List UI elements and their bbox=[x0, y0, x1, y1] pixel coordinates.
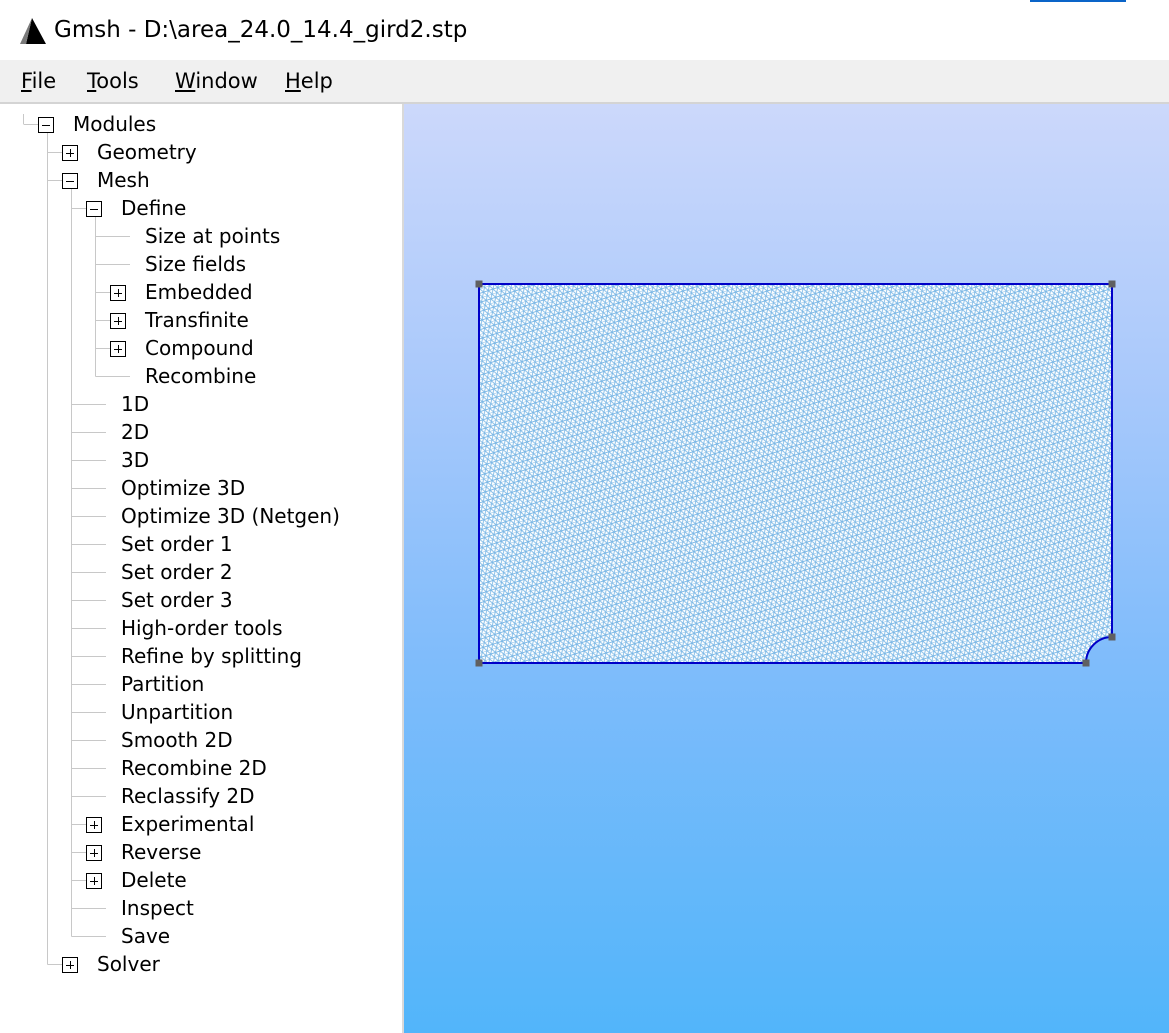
tree-item-refine-by-splitting[interactable]: Refine by splitting bbox=[121, 642, 302, 670]
mesh-drawing bbox=[475, 280, 1116, 667]
menu-bar: File Tools Window Help bbox=[0, 60, 1169, 104]
collapse-define-toggle[interactable] bbox=[86, 201, 102, 217]
menu-help[interactable]: Help bbox=[285, 68, 333, 94]
geometry-point[interactable] bbox=[1108, 633, 1116, 641]
tree-item-unpartition[interactable]: Unpartition bbox=[121, 698, 233, 726]
expand-compound-toggle[interactable] bbox=[110, 341, 126, 357]
menu-file[interactable]: File bbox=[21, 68, 56, 94]
tree-item-mesh[interactable]: Mesh bbox=[97, 166, 150, 194]
tree-item-reverse[interactable]: Reverse bbox=[121, 838, 201, 866]
tree-item-3d[interactable]: 3D bbox=[121, 446, 149, 474]
tree-item-smooth-2d[interactable]: Smooth 2D bbox=[121, 726, 233, 754]
expand-solver-toggle[interactable] bbox=[62, 957, 78, 973]
gmsh-logo-icon bbox=[20, 18, 46, 44]
graphics-viewport[interactable] bbox=[404, 104, 1169, 1033]
tree-item-set-order-1[interactable]: Set order 1 bbox=[121, 530, 233, 558]
tree-item-set-order-2[interactable]: Set order 2 bbox=[121, 558, 233, 586]
geometry-point[interactable] bbox=[1108, 280, 1116, 288]
expand-delete-toggle[interactable] bbox=[86, 873, 102, 889]
tree-item-geometry[interactable]: Geometry bbox=[97, 138, 197, 166]
tree-item-compound[interactable]: Compound bbox=[145, 334, 254, 362]
tree-item-inspect[interactable]: Inspect bbox=[121, 894, 194, 922]
tree-item-size-fields[interactable]: Size fields bbox=[145, 250, 246, 278]
tree-item-transfinite[interactable]: Transfinite bbox=[145, 306, 249, 334]
tree-item-define[interactable]: Define bbox=[121, 194, 186, 222]
tree-item-optimize-3d-netgen[interactable]: Optimize 3D (Netgen) bbox=[121, 502, 340, 530]
module-tree-panel[interactable]: Modules Geometry Mesh Define Size at poi… bbox=[0, 104, 404, 1033]
tree-item-set-order-3[interactable]: Set order 3 bbox=[121, 586, 233, 614]
tree-item-recombine[interactable]: Recombine bbox=[145, 362, 256, 390]
tree-item-reclassify-2d[interactable]: Reclassify 2D bbox=[121, 782, 255, 810]
window-title: Gmsh - D:\area_24.0_14.4_gird2.stp bbox=[54, 17, 468, 43]
tree-item-1d[interactable]: 1D bbox=[121, 390, 149, 418]
meshed-surface bbox=[479, 284, 1112, 663]
window-focus-accent bbox=[1030, 0, 1126, 2]
expand-embedded-toggle[interactable] bbox=[110, 285, 126, 301]
tree-item-high-order-tools[interactable]: High-order tools bbox=[121, 614, 283, 642]
tree-item-experimental[interactable]: Experimental bbox=[121, 810, 254, 838]
tree-item-recombine-2d[interactable]: Recombine 2D bbox=[121, 754, 267, 782]
expand-reverse-toggle[interactable] bbox=[86, 845, 102, 861]
tree-item-2d[interactable]: 2D bbox=[121, 418, 149, 446]
menu-tools[interactable]: Tools bbox=[87, 68, 139, 94]
tree-item-delete[interactable]: Delete bbox=[121, 866, 187, 894]
menu-window[interactable]: Window bbox=[175, 68, 258, 94]
tree-item-size-at-points[interactable]: Size at points bbox=[145, 222, 280, 250]
expand-geometry-toggle[interactable] bbox=[62, 145, 78, 161]
tree-item-modules[interactable]: Modules bbox=[73, 110, 156, 138]
collapse-modules-toggle[interactable] bbox=[38, 117, 54, 133]
geometry-point[interactable] bbox=[475, 280, 483, 288]
title-bar: Gmsh - D:\area_24.0_14.4_gird2.stp bbox=[0, 0, 1169, 60]
collapse-mesh-toggle[interactable] bbox=[62, 173, 78, 189]
expand-experimental-toggle[interactable] bbox=[86, 817, 102, 833]
tree-item-solver[interactable]: Solver bbox=[97, 950, 160, 978]
geometry-point[interactable] bbox=[1082, 659, 1090, 667]
tree-item-save[interactable]: Save bbox=[121, 922, 170, 950]
tree-item-partition[interactable]: Partition bbox=[121, 670, 204, 698]
tree-item-embedded[interactable]: Embedded bbox=[145, 278, 253, 306]
tree-item-optimize-3d[interactable]: Optimize 3D bbox=[121, 474, 245, 502]
expand-transfinite-toggle[interactable] bbox=[110, 313, 126, 329]
geometry-point[interactable] bbox=[475, 659, 483, 667]
